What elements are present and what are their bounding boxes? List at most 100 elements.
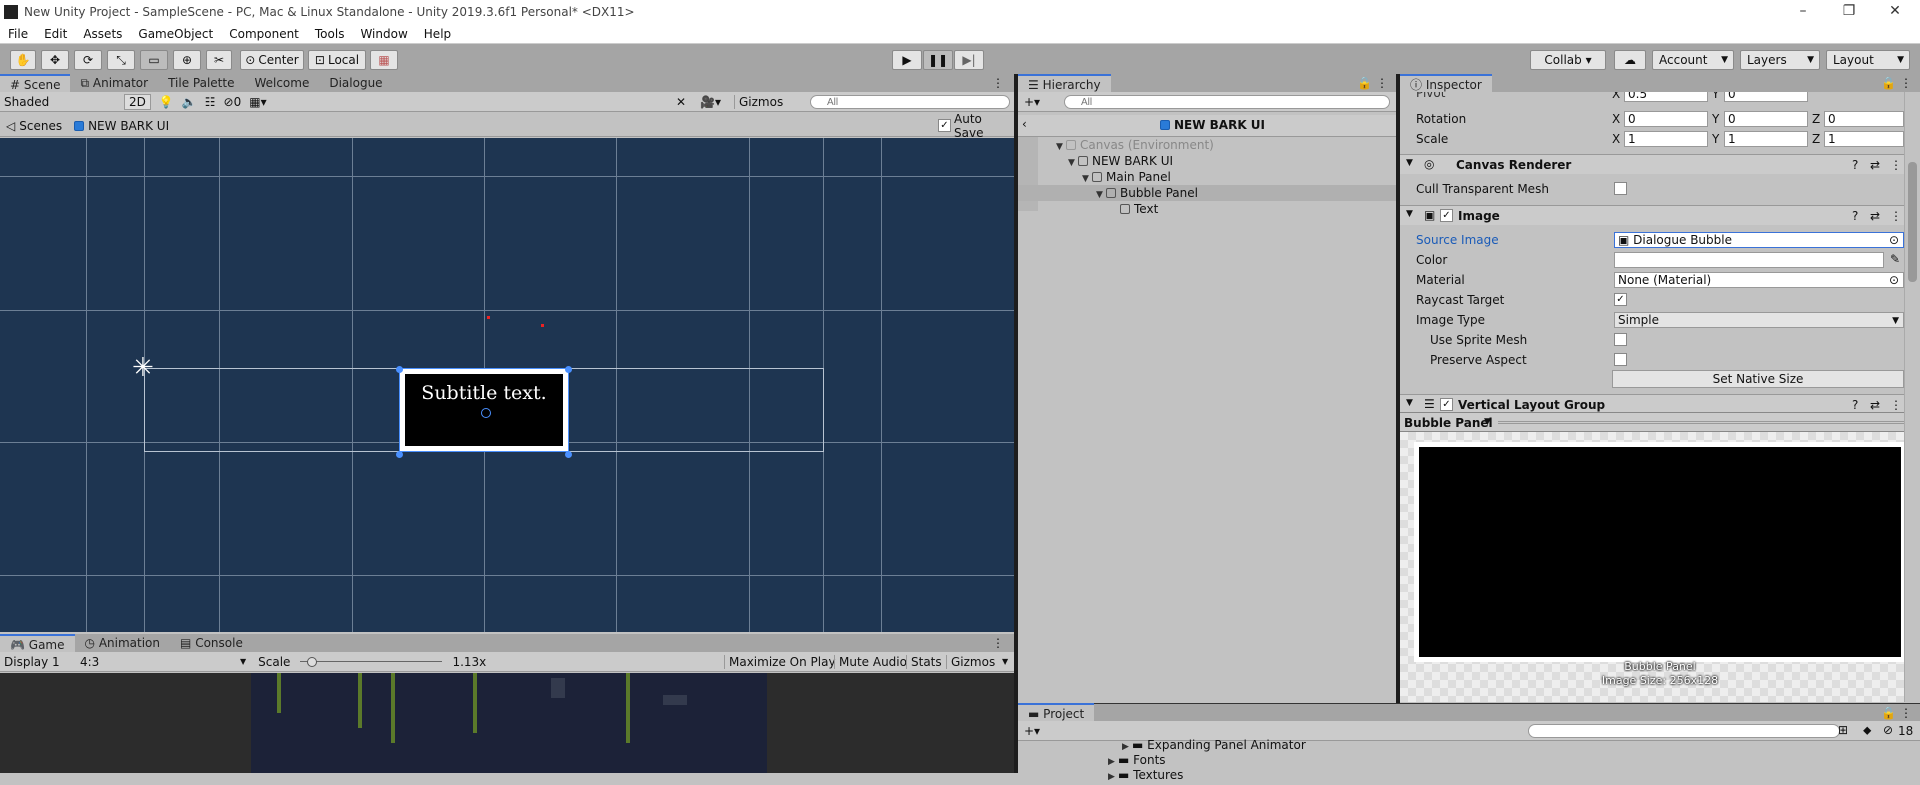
rotate-tool-icon[interactable]: ⟳ <box>74 50 102 70</box>
tab-dialogue[interactable]: Dialogue <box>319 74 392 92</box>
tab-inspector[interactable]: ⓘ Inspector <box>1400 74 1492 92</box>
presets-icon[interactable]: ⇄ <box>1870 398 1880 412</box>
eyedropper-icon[interactable]: ✎ <box>1890 252 1900 266</box>
image-header[interactable]: ▼ ▣ ✓ Image ? ⇄ ⋮ <box>1400 205 1904 225</box>
resize-handle[interactable] <box>396 366 403 373</box>
lock-icon[interactable]: 🔒 <box>1881 706 1896 720</box>
gizmos-toggle[interactable]: Gizmos <box>946 654 999 669</box>
list-item[interactable]: ▼ NEW BARK UI <box>1068 153 1173 169</box>
camera-icon[interactable]: 🎥▾ <box>700 95 721 109</box>
panel-menu-icon[interactable]: ⋮ <box>1900 706 1912 720</box>
list-item[interactable]: ▼ Bubble Panel <box>1096 185 1198 201</box>
menu-tools[interactable]: Tools <box>307 27 353 41</box>
layout-dropdown[interactable]: Layout ▼ <box>1826 50 1910 70</box>
scrollbar-thumb[interactable] <box>1908 162 1917 282</box>
menu-help[interactable]: Help <box>416 27 459 41</box>
image-type-dropdown[interactable]: Simple ▼ <box>1614 312 1904 328</box>
help-icon[interactable]: ? <box>1852 398 1858 412</box>
scale-tool-icon[interactable]: ⤡ <box>107 50 135 70</box>
tab-console[interactable]: ▤ Console <box>170 634 253 652</box>
vlg-enabled-checkbox[interactable]: ✓ <box>1440 398 1453 411</box>
shading-dropdown[interactable]: Shaded <box>4 95 124 109</box>
scale-slider[interactable] <box>300 656 443 667</box>
close-button[interactable]: ✕ <box>1872 0 1918 24</box>
menu-assets[interactable]: Assets <box>75 27 130 41</box>
hidden-packages-icon[interactable]: ⊘ <box>1883 723 1893 737</box>
drag-handle[interactable] <box>1498 421 1904 424</box>
panel-menu-icon[interactable]: ⋮ <box>992 76 1004 90</box>
chevron-down-icon[interactable]: ▼ <box>1002 657 1008 666</box>
create-add-icon[interactable]: +▾ <box>1024 95 1040 109</box>
list-item[interactable]: ▶ ▬ Expanding Panel Animator <box>1122 737 1306 753</box>
cloud-icon[interactable]: ☁ <box>1614 50 1646 70</box>
scene-search-input[interactable] <box>810 95 1010 109</box>
stats-toggle[interactable]: Stats <box>906 654 946 669</box>
preserve-aspect-checkbox[interactable] <box>1614 353 1627 366</box>
tab-animator[interactable]: ⧉ Animator <box>70 74 158 92</box>
component-menu-icon[interactable]: ⋮ <box>1890 158 1902 172</box>
cull-checkbox[interactable] <box>1614 182 1627 195</box>
pivot-y-field[interactable]: 0 <box>1724 92 1808 102</box>
material-field[interactable]: None (Material) ⊙ <box>1614 272 1904 288</box>
gizmos-dropdown[interactable]: Gizmos <box>734 94 783 109</box>
breadcrumb-scenes[interactable]: Scenes <box>19 119 62 133</box>
list-item[interactable]: ▼ Canvas (Environment) <box>1056 137 1214 153</box>
move-tool-icon[interactable]: ✥ <box>41 50 69 70</box>
scene-view[interactable]: ✳ Subtitle text. <box>0 138 1014 632</box>
lock-icon[interactable]: 🔒 <box>1357 76 1372 90</box>
color-field[interactable] <box>1614 252 1884 268</box>
vlg-header[interactable]: ▼ ☰ ✓ Vertical Layout Group ? ⇄ ⋮ <box>1400 394 1904 414</box>
breadcrumb-current[interactable]: NEW BARK UI <box>88 119 169 133</box>
scale-z-field[interactable]: 1 <box>1824 131 1904 147</box>
preview-header[interactable]: Bubble Panel ▼ <box>1400 412 1904 432</box>
display-dropdown[interactable]: Display 1 <box>4 655 80 669</box>
menu-gameobject[interactable]: GameObject <box>130 27 221 41</box>
list-item[interactable]: ▶ ▬ Fonts <box>1108 752 1166 768</box>
aspect-dropdown[interactable]: 4:3 <box>80 655 240 669</box>
tab-project[interactable]: ▬ Project <box>1018 703 1095 721</box>
raycast-checkbox[interactable]: ✓ <box>1614 293 1627 306</box>
snap-grid-icon[interactable]: ▦ <box>370 50 398 70</box>
space-local-button[interactable]: ⊡ Local <box>308 50 366 70</box>
menu-component[interactable]: Component <box>221 27 307 41</box>
rect-tool-icon[interactable]: ▭ <box>140 50 168 70</box>
pivot-circle-icon[interactable] <box>481 408 491 418</box>
panel-menu-icon[interactable]: ⋮ <box>1900 76 1912 90</box>
canvas-renderer-header[interactable]: ▼ ◎ Canvas Renderer ? ⇄ ⋮ <box>1400 154 1904 174</box>
back-arrow-icon[interactable]: ‹ <box>1022 117 1027 131</box>
project-search-input[interactable] <box>1528 724 1840 738</box>
tab-animation[interactable]: ◷ Animation <box>75 634 171 652</box>
menu-file[interactable]: File <box>0 27 36 41</box>
account-dropdown[interactable]: Account ▼ <box>1652 50 1734 70</box>
object-picker-icon[interactable]: ⊙ <box>1889 273 1899 287</box>
help-icon[interactable]: ? <box>1852 158 1858 172</box>
pause-button[interactable]: ❚❚ <box>923 50 953 70</box>
image-enabled-checkbox[interactable]: ✓ <box>1440 209 1453 222</box>
panel-menu-icon[interactable]: ⋮ <box>1376 76 1388 90</box>
list-item[interactable]: ▶ ▬ Textures <box>1108 767 1183 783</box>
pivot-center-button[interactable]: ⊙ Center <box>240 50 304 70</box>
create-add-icon[interactable]: +▾ <box>1024 724 1040 738</box>
grid-snap-icon[interactable]: ▦▾ <box>249 95 266 109</box>
audio-icon[interactable]: 🔈 <box>182 95 197 109</box>
slider-thumb[interactable] <box>307 656 318 667</box>
layers-dropdown[interactable]: Layers ▼ <box>1740 50 1820 70</box>
component-menu-icon[interactable]: ⋮ <box>1890 209 1902 223</box>
tab-welcome[interactable]: Welcome <box>244 74 319 92</box>
menu-window[interactable]: Window <box>352 27 415 41</box>
resize-handle[interactable] <box>565 366 572 373</box>
tab-game[interactable]: 🎮 Game <box>0 634 75 652</box>
maximize-on-play-toggle[interactable]: Maximize On Play <box>724 654 840 669</box>
resize-handle[interactable] <box>396 451 403 458</box>
presets-icon[interactable]: ⇄ <box>1870 209 1880 223</box>
set-native-size-button[interactable]: Set Native Size <box>1612 370 1904 388</box>
rotation-x-field[interactable]: 0 <box>1624 111 1708 127</box>
list-item[interactable]: Text <box>1120 201 1158 217</box>
hierarchy-search-input[interactable] <box>1064 95 1390 109</box>
tab-tile-palette[interactable]: Tile Palette <box>158 74 244 92</box>
hidden-objects-icon[interactable]: ⊘ <box>224 95 234 109</box>
transform-tool-icon[interactable]: ⊕ <box>173 50 201 70</box>
scale-y-field[interactable]: 1 <box>1724 131 1808 147</box>
tools-icon[interactable]: ✕ <box>676 95 686 109</box>
sprite-mesh-checkbox[interactable] <box>1614 333 1627 346</box>
